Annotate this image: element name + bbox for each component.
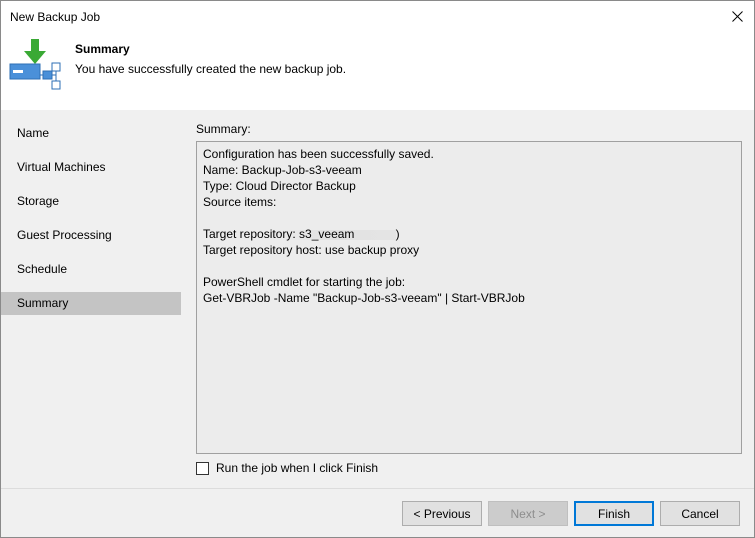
summary-label: Summary: <box>196 122 251 136</box>
close-button[interactable] <box>720 1 754 32</box>
summary-line: Name: Backup-Job-s3-veeam <box>203 163 362 177</box>
summary-line: Configuration has been successfully save… <box>203 147 434 161</box>
step-storage[interactable]: Storage <box>1 190 181 213</box>
next-button[interactable]: Next > <box>488 501 568 526</box>
summary-line: PowerShell cmdlet for starting the job: <box>203 275 406 289</box>
close-icon <box>731 11 743 22</box>
finish-button[interactable]: Finish <box>574 501 654 526</box>
title-bar: New Backup Job <box>1 1 754 32</box>
new-backup-job-dialog: New Backup Job Summary You have successf… <box>0 0 755 538</box>
summary-line: Source items: <box>203 195 277 209</box>
wizard-header: Summary You have successfully created th… <box>1 32 754 110</box>
summary-line: Type: Cloud Director Backup <box>203 179 356 193</box>
run-on-finish-label: Run the job when I click Finish <box>216 461 379 475</box>
step-guest-processing[interactable]: Guest Processing <box>1 224 181 247</box>
step-name[interactable]: Name <box>1 122 181 145</box>
previous-button[interactable]: < Previous <box>402 501 482 526</box>
wizard-steps: Name Virtual Machines Storage Guest Proc… <box>1 110 181 488</box>
run-on-finish-option[interactable]: Run the job when I click Finish <box>196 461 378 475</box>
step-summary[interactable]: Summary <box>1 292 181 315</box>
summary-line: Get-VBRJob -Name "Backup-Job-s3-veeam" |… <box>203 291 525 305</box>
page-subtitle: You have successfully created the new ba… <box>75 62 347 76</box>
cancel-button[interactable]: Cancel <box>660 501 740 526</box>
summary-line: Target repository host: use backup proxy <box>203 243 420 257</box>
summary-source-item: ) <box>203 210 735 241</box>
page-title: Summary <box>75 42 130 56</box>
run-on-finish-checkbox[interactable] <box>196 461 209 475</box>
summary-line <box>203 258 735 274</box>
summary-textbox[interactable]: Configuration has been successfully save… <box>196 141 742 454</box>
step-schedule[interactable]: Schedule <box>1 258 181 281</box>
window-title: New Backup Job <box>10 10 101 24</box>
backup-job-icon <box>9 39 61 90</box>
wizard-footer: < Previous Next > Finish Cancel <box>1 488 754 537</box>
step-virtual-machines[interactable]: Virtual Machines <box>1 156 181 179</box>
summary-panel: Summary: Configuration has been successf… <box>182 110 754 488</box>
source-item-suffix: ) <box>395 227 400 241</box>
summary-line: Target repository: s3_veeam <box>203 227 355 241</box>
